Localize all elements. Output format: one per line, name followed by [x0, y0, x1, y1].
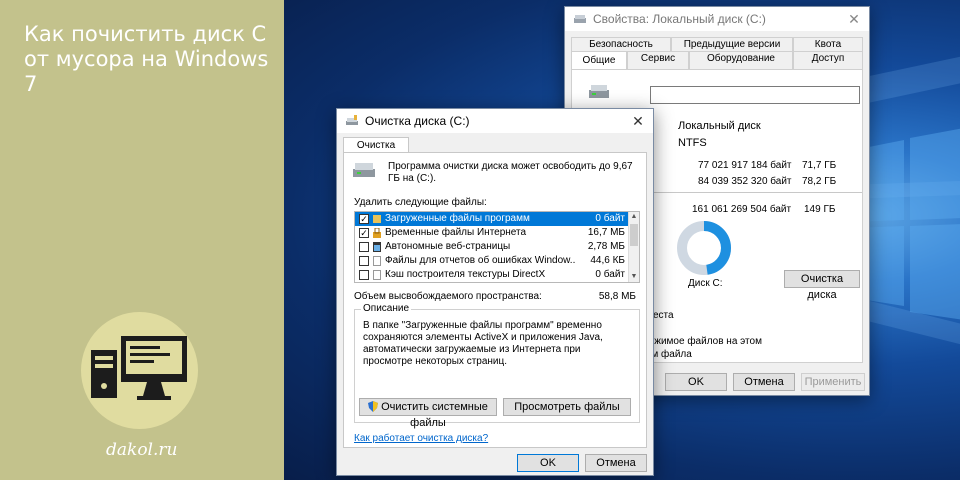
- properties-tabs-row2: Общие Сервис Оборудование Доступ: [571, 51, 863, 69]
- site-logo: [81, 312, 198, 429]
- free-gb: 78,2 ГБ: [802, 176, 837, 187]
- shield-icon: [368, 401, 379, 412]
- description-group: Описание В папке "Загруженные файлы прог…: [354, 303, 640, 429]
- scroll-up-icon[interactable]: ▲: [629, 212, 639, 222]
- drive-icon: [589, 85, 609, 98]
- fs-value: NTFS: [678, 137, 707, 149]
- article-panel: Как почистить диск С от мусора на Window…: [0, 0, 284, 480]
- description-title: Описание: [361, 303, 412, 314]
- checkbox[interactable]: [359, 256, 369, 266]
- tab-general[interactable]: Общие: [571, 51, 627, 69]
- disk-usage-ring: [677, 221, 731, 275]
- free-bytes: 84 039 352 320 байт: [698, 176, 792, 187]
- capacity-gb: 149 ГБ: [804, 204, 836, 215]
- disk-label: Диск С:: [688, 278, 723, 289]
- help-link[interactable]: Как работает очистка диска?: [354, 433, 488, 444]
- checkbox[interactable]: [359, 242, 369, 252]
- cleanup-ok-button[interactable]: OK: [517, 454, 579, 472]
- view-files-button[interactable]: Просмотреть файлы: [503, 398, 631, 416]
- drive-name-input[interactable]: [650, 86, 860, 104]
- space-to-free-label: Объем высвобождаемого пространства:: [354, 291, 542, 302]
- file-category-name: Временные файлы Интернета: [385, 227, 527, 238]
- used-bytes: 77 021 917 184 байт: [698, 160, 792, 171]
- properties-cancel-button[interactable]: Отмена: [733, 373, 795, 391]
- properties-tabs-row1: Безопасность Предыдущие версии Квота: [571, 37, 863, 51]
- web-page-icon: [373, 242, 381, 252]
- used-gb: 71,7 ГБ: [802, 160, 837, 171]
- lock-icon: [373, 228, 381, 238]
- cleanup-tab-panel: Программа очистки диска может освободить…: [343, 152, 647, 448]
- tab-security[interactable]: Безопасность: [571, 37, 671, 51]
- disk-cleanup-button[interactable]: Очистка диска: [784, 270, 860, 301]
- site-name: dakol.ru: [106, 440, 178, 460]
- checkbox[interactable]: ✓: [359, 228, 369, 238]
- list-item[interactable]: Автономные веб-страницы 2,78 МБ: [355, 240, 629, 254]
- list-item[interactable]: Кэш построителя текстуры DirectX 0 байт: [355, 268, 629, 282]
- scroll-down-icon[interactable]: ▼: [629, 272, 639, 282]
- file-icon: [373, 270, 381, 280]
- file-icon: [373, 256, 381, 266]
- file-category-name: Файлы для отчетов об ошибках Window...: [385, 255, 575, 266]
- article-title: Как почистить диск С от мусора на Window…: [24, 22, 269, 96]
- tab-disk-cleanup[interactable]: Очистка диска: [343, 137, 409, 166]
- tab-tools[interactable]: Сервис: [627, 51, 689, 69]
- list-item[interactable]: ✓ Временные файлы Интернета 16,7 МБ: [355, 226, 629, 240]
- file-list-scrollbar[interactable]: ▲ ▼: [628, 212, 639, 282]
- properties-titlebar[interactable]: Свойства: Локальный диск (C:) ✕: [565, 7, 869, 31]
- clean-system-files-label: Очистить системные файлы: [381, 401, 488, 429]
- file-category-size: 2,78 МБ: [587, 241, 625, 252]
- cleanup-titlebar[interactable]: Очистка диска (C:) ✕: [337, 109, 653, 133]
- file-category-size: 0 байт: [595, 213, 625, 224]
- file-category-size: 44,6 КБ: [590, 255, 625, 266]
- file-list: ✓ Загруженные файлы программ 0 байт ✓ Вр…: [354, 211, 640, 283]
- disk-cleanup-icon: [346, 115, 358, 125]
- cleanup-title: Очистка диска (C:): [365, 114, 470, 128]
- list-item[interactable]: ✓ Загруженные файлы программ 0 байт: [355, 212, 629, 226]
- checkbox[interactable]: [359, 270, 369, 280]
- scroll-thumb[interactable]: [630, 224, 638, 246]
- file-category-name: Автономные веб-страницы: [385, 241, 511, 252]
- drive-icon: [574, 15, 586, 23]
- properties-title: Свойства: Локальный диск (C:): [593, 12, 766, 26]
- tab-sharing[interactable]: Доступ: [793, 51, 863, 69]
- file-category-size: 0 байт: [595, 269, 625, 280]
- tab-previous-versions[interactable]: Предыдущие версии: [671, 37, 793, 51]
- file-category-name: Загруженные файлы программ: [385, 213, 530, 224]
- capacity-bytes: 161 061 269 504 байт: [692, 204, 792, 215]
- clean-system-files-button[interactable]: Очистить системные файлы: [359, 398, 497, 429]
- file-category-size: 16,7 МБ: [587, 227, 625, 238]
- delete-files-label: Удалить следующие файлы:: [354, 197, 487, 208]
- properties-ok-button[interactable]: OK: [665, 373, 727, 391]
- close-icon[interactable]: ✕: [839, 11, 869, 28]
- folder-icon: [373, 215, 381, 223]
- file-category-name: Кэш построителя текстуры DirectX: [385, 269, 546, 280]
- properties-apply-button[interactable]: Применить: [801, 373, 865, 391]
- computer-icon: [91, 336, 187, 400]
- list-item[interactable]: Файлы для отчетов об ошибках Window... 4…: [355, 254, 629, 268]
- tab-quota[interactable]: Квота: [793, 37, 863, 51]
- tab-hardware[interactable]: Оборудование: [689, 51, 793, 69]
- checkbox[interactable]: ✓: [359, 214, 369, 224]
- drive-icon: [353, 163, 375, 177]
- cleanup-cancel-button[interactable]: Отмена: [585, 454, 647, 472]
- close-icon[interactable]: ✕: [623, 113, 653, 130]
- description-text: В папке "Загруженные файлы программ" вре…: [363, 320, 603, 367]
- drive-type-value: Локальный диск: [678, 120, 761, 132]
- cleanup-intro-text: Программа очистки диска может освободить…: [388, 161, 633, 184]
- space-to-free-value: 58,8 МБ: [598, 291, 636, 302]
- disk-cleanup-window: Очистка диска (C:) ✕ Очистка диска Прогр…: [336, 108, 654, 476]
